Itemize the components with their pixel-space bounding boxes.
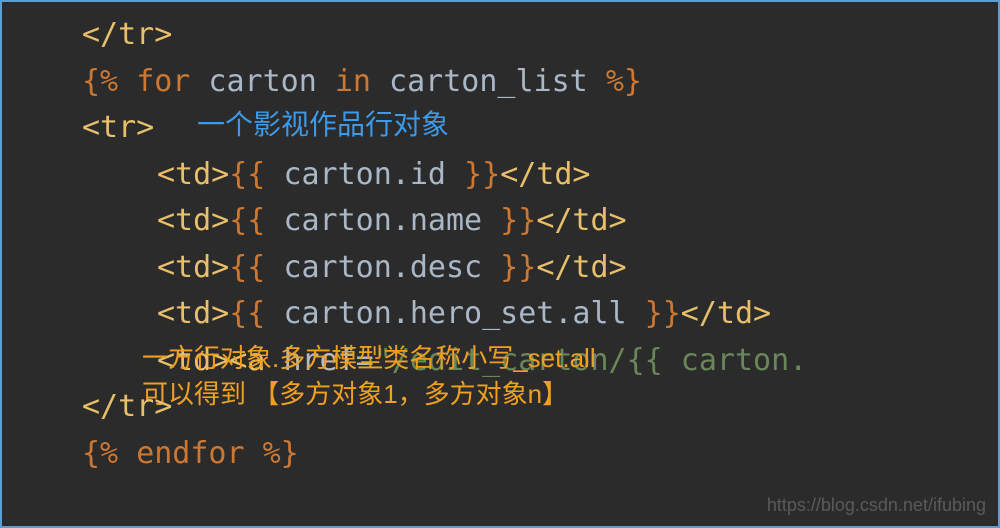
watermark: https://blog.csdn.net/ifubing [767,495,986,516]
td-open: <td> [157,296,229,331]
td-open: <td> [157,157,229,192]
loop-var: carton [190,64,335,99]
expr-close: }} [446,157,500,192]
td-close: </td> [681,296,771,331]
code-editor: </tr> {% for carton in carton_list %} <t… [2,12,998,477]
endfor-keyword: endfor [136,436,244,471]
code-line: </tr> [82,12,998,59]
expr-name: carton.name [283,203,482,238]
closing-tr-tag: </tr> [82,17,172,52]
code-line: {% endfor %} [82,431,998,478]
expr-desc: carton.desc [283,250,482,285]
expr-close: }} [482,203,536,238]
tr-open-tag: <tr> [82,110,154,145]
td-close: </td> [536,203,626,238]
expr-open: {{ [229,250,283,285]
code-line: <tr> 一个影视作品行对象 [82,105,998,152]
td-close: </td> [536,250,626,285]
td-open: <td> [157,250,229,285]
expr-close: }} [627,296,681,331]
for-keyword: for [136,64,190,99]
td-open: <td> [157,203,229,238]
loop-list: carton_list [371,64,606,99]
closing-tr-tag: </tr> [82,389,172,424]
code-line: <td>{{ carton.name }}</td> [82,198,998,245]
code-line: </tr> [82,384,998,431]
code-line: <td><a href="/edit_carton/{{ carton. 一方行… [82,338,998,385]
expr-id: carton.id [283,157,446,192]
expr-open: {{ [229,296,283,331]
expr-heroset: carton.hero_set.all [283,296,626,331]
template-delim: %} [606,64,642,99]
code-line: <td>{{ carton.desc }}</td> [82,245,998,292]
template-delim: {% [82,436,136,471]
expr-open: {{ [229,157,283,192]
expr-close: }} [482,250,536,285]
td-close: </td> [500,157,590,192]
in-keyword: in [335,64,371,99]
code-line: {% for carton in carton_list %} [82,59,998,106]
annotation-blue: 一个影视作品行对象 [197,103,449,146]
expr-open: {{ [229,203,283,238]
template-delim: {% [82,64,136,99]
code-line: <td>{{ carton.id }}</td> [82,152,998,199]
template-delim: %} [245,436,299,471]
code-line: <td>{{ carton.hero_set.all }}</td> [82,291,998,338]
annotation-orange-line1: 一方行对象.多方模型类名称小写_set.all [142,340,596,376]
